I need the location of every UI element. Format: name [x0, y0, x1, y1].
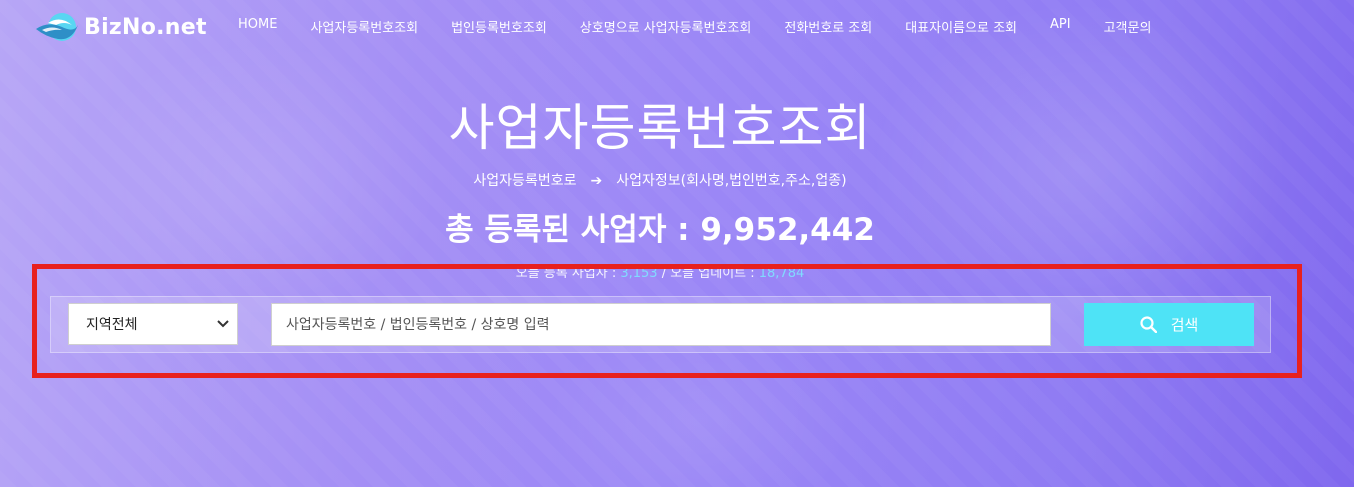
nav-item-phone-lookup[interactable]: 전화번호로 조회: [784, 17, 872, 36]
total-businesses-count: 총 등록된 사업자 : 9,952,442: [445, 212, 875, 248]
search-highlight-box: [32, 264, 1302, 378]
nav-item-api[interactable]: API: [1050, 17, 1071, 36]
nav-item-business-number-lookup[interactable]: 사업자등록번호조회: [310, 17, 418, 36]
subtitle-to: 사업자정보(회사명,법인번호,주소,업종): [616, 173, 847, 189]
subtitle-from: 사업자등록번호로: [473, 173, 577, 189]
main-menu: HOME 사업자등록번호조회 법인등록번호조회 상호명으로 사업자등록번호조회 …: [238, 17, 1184, 36]
logo-icon: [34, 11, 78, 43]
logo-text: BizNo.net: [84, 14, 207, 40]
hero-subtitle: 사업자등록번호로 ➔ 사업자정보(회사명,법인번호,주소,업종): [0, 170, 1320, 190]
site-logo[interactable]: BizNo.net: [34, 11, 207, 43]
nav-item-customer-inquiry[interactable]: 고객문의: [1104, 17, 1152, 36]
nav-item-ceo-name-lookup[interactable]: 대표자이름으로 조회: [905, 17, 1017, 36]
nav-item-home[interactable]: HOME: [238, 17, 277, 36]
top-navigation: BizNo.net HOME 사업자등록번호조회 법인등록번호조회 상호명으로 …: [0, 0, 1354, 52]
nav-item-corporate-number-lookup[interactable]: 법인등록번호조회: [451, 17, 547, 36]
nav-item-company-name-lookup[interactable]: 상호명으로 사업자등록번호조회: [580, 17, 752, 36]
page-title: 사업자등록번호조회: [448, 99, 872, 157]
right-arrow-icon: ➔: [590, 173, 603, 189]
